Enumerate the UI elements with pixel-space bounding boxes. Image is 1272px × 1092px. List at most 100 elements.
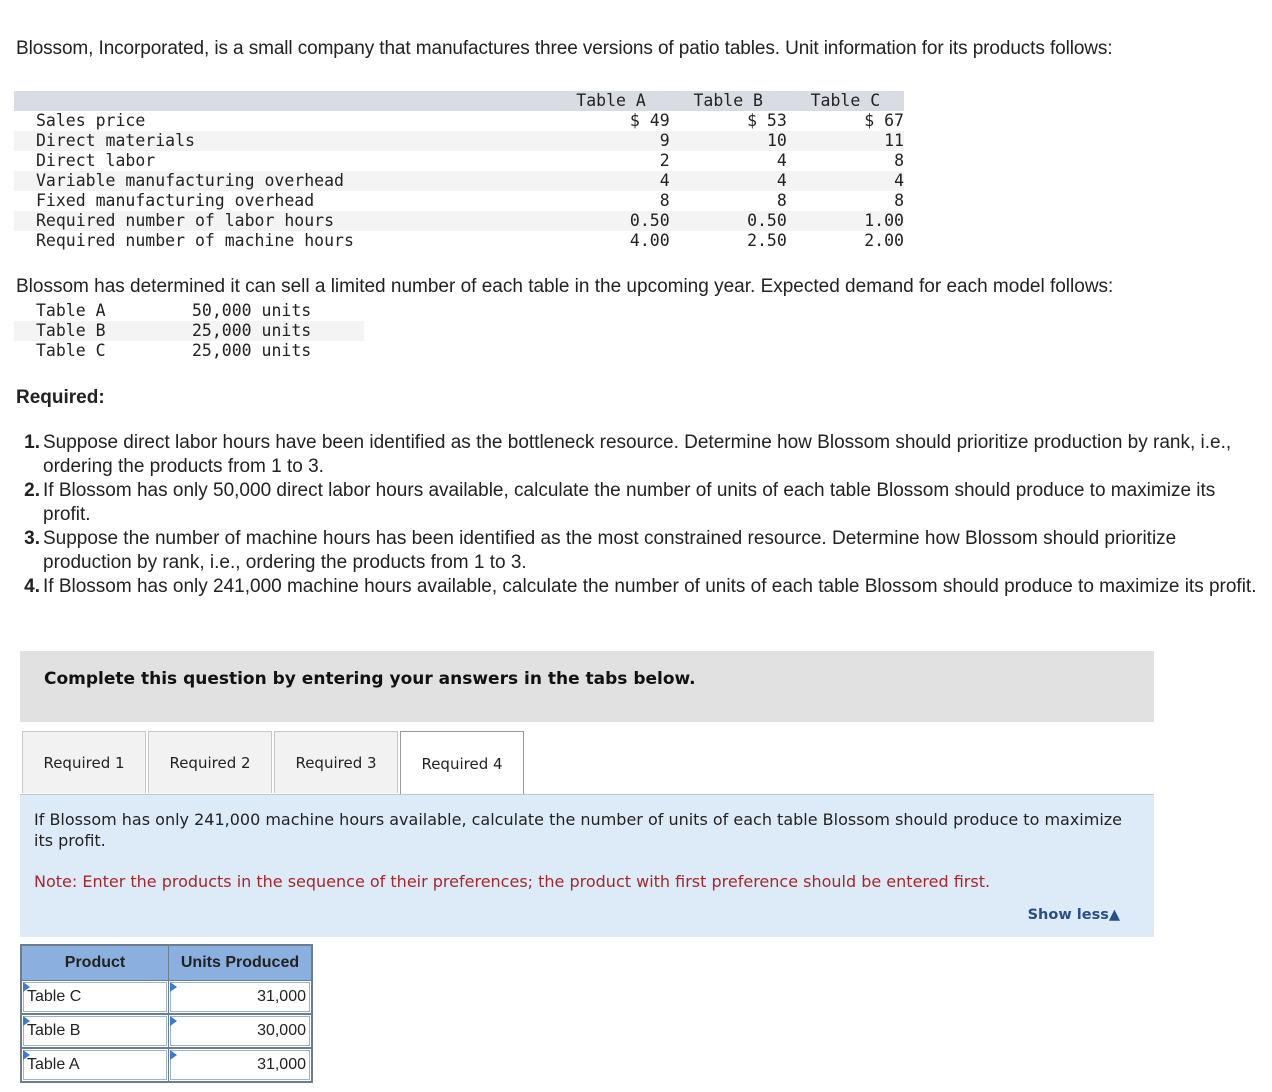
tab-bar: Required 1 Required 2 Required 3 Require…	[22, 731, 526, 795]
row-label: Sales price	[36, 111, 146, 130]
dropdown-marker-icon	[23, 1016, 30, 1026]
cell-value: 2	[659, 151, 670, 170]
row-label: Required number of machine hours	[36, 231, 354, 250]
cell-value: 4	[894, 171, 904, 190]
demand-value: 50,000 units	[192, 301, 312, 320]
product-value: Table C	[27, 988, 82, 1005]
required-item: 4. If Blossom has only 241,000 machine ho…	[18, 575, 1258, 599]
column-header: Table B	[693, 91, 763, 110]
item-text: If Blossom has only 241,000 machine hour…	[43, 576, 1257, 597]
show-less-link[interactable]: Show less▲	[1028, 907, 1120, 923]
cell-value: 10	[766, 131, 787, 150]
product-select[interactable]: Table A	[23, 1050, 167, 1080]
triangle-up-icon: ▲	[1108, 907, 1120, 923]
header-units-produced: Units Produced	[169, 946, 311, 981]
input-marker-icon	[170, 982, 177, 992]
cell-value: 4	[659, 171, 670, 190]
dropdown-marker-icon	[23, 982, 30, 992]
cell-value: $ 49	[629, 111, 670, 130]
product-value: Table B	[27, 1022, 81, 1039]
answer-table: Product Units Produced Table C 31,000 Ta…	[20, 944, 313, 1083]
header-blank	[14, 91, 553, 111]
demand-intro-text: Blossom has determined it can sell a lim…	[16, 276, 1114, 297]
item-text: If Blossom has only 50,000 direct labor …	[43, 480, 1216, 525]
answer-row: Table A 31,000	[22, 1049, 311, 1081]
item-text: Suppose direct labor hours have been ide…	[43, 432, 1232, 477]
table-row: Fixed manufacturing overhead 8 8 8	[14, 191, 904, 211]
units-value: 31,000	[257, 1056, 306, 1073]
demand-value: 25,000 units	[192, 321, 312, 340]
item-text: Suppose the number of machine hours has …	[43, 528, 1177, 573]
units-value: 31,000	[257, 988, 306, 1005]
input-marker-icon	[170, 1050, 177, 1060]
units-input[interactable]: 31,000	[170, 982, 310, 1012]
cell-value: 4.00	[629, 231, 670, 250]
demand-label: Table B	[36, 321, 106, 340]
answer-row: Table C 31,000	[22, 981, 311, 1015]
cell-value: 8	[894, 151, 904, 170]
cell-value: 0.50	[747, 211, 787, 230]
instructions-text: Complete this question by entering your …	[44, 669, 696, 689]
demand-row: Table A 50,000 units	[14, 301, 364, 321]
table-row: Required number of machine hours 4.00 2.…	[14, 231, 904, 251]
cell-value: 4	[776, 151, 787, 170]
demand-table: Table A 50,000 units Table B 25,000 unit…	[14, 301, 364, 361]
cell-value: 2.00	[864, 231, 904, 250]
answer-row: Table B 30,000	[22, 1015, 311, 1049]
cell-value: 11	[884, 131, 904, 150]
question-panel: If Blossom has only 241,000 machine hour…	[20, 794, 1154, 937]
cell-value: $ 53	[747, 111, 787, 130]
units-input[interactable]: 31,000	[170, 1050, 310, 1080]
header-product: Product	[22, 946, 169, 981]
row-label: Fixed manufacturing overhead	[36, 191, 315, 210]
unit-table-header: Table A Table B Table C	[14, 91, 904, 111]
item-number: 4.	[24, 576, 40, 597]
table-row: Direct materials 9 10 11	[14, 131, 904, 151]
cell-value: $ 67	[864, 111, 904, 130]
unit-info-table: Table A Table B Table C Sales price $ 49…	[14, 91, 904, 251]
tab-required-2[interactable]: Required 2	[148, 731, 272, 793]
dropdown-marker-icon	[23, 1050, 30, 1060]
intro-text: Blossom, Incorporated, is a small compan…	[16, 38, 1113, 59]
demand-label: Table A	[36, 301, 106, 320]
tab-required-3[interactable]: Required 3	[274, 731, 398, 793]
demand-value: 25,000 units	[192, 341, 312, 360]
required-item: 3. Suppose the number of machine hours ha…	[18, 527, 1258, 575]
row-label: Variable manufacturing overhead	[36, 171, 344, 190]
required-heading: Required:	[16, 387, 105, 408]
panel-note: Note: Enter the products in the sequence…	[34, 872, 991, 891]
units-value: 30,000	[257, 1022, 306, 1039]
column-header: Table A	[576, 91, 646, 110]
required-item: 1. Suppose direct labor hours have been i…	[18, 431, 1258, 479]
cell-value: 1.00	[864, 211, 904, 230]
cell-value: 9	[659, 131, 670, 150]
row-label: Direct materials	[36, 131, 195, 150]
units-input[interactable]: 30,000	[170, 1016, 310, 1046]
tab-required-4[interactable]: Required 4	[400, 731, 524, 795]
product-select[interactable]: Table C	[23, 982, 167, 1012]
cell-value: 2.50	[747, 231, 787, 250]
row-label: Direct labor	[36, 151, 156, 170]
cell-value: 4	[776, 171, 787, 190]
demand-row: Table B 25,000 units	[14, 321, 364, 341]
input-marker-icon	[170, 1016, 177, 1026]
table-row: Direct labor 2 4 8	[14, 151, 904, 171]
demand-label: Table C	[36, 341, 106, 360]
product-select[interactable]: Table B	[23, 1016, 167, 1046]
tab-required-1[interactable]: Required 1	[22, 731, 146, 793]
table-row: Variable manufacturing overhead 4 4 4	[14, 171, 904, 191]
item-number: 3.	[24, 528, 40, 549]
demand-row: Table C 25,000 units	[14, 341, 364, 361]
instructions-banner: Complete this question by entering your …	[20, 651, 1154, 722]
item-number: 2.	[24, 480, 40, 501]
column-header: Table C	[810, 91, 881, 110]
table-row: Required number of labor hours 0.50 0.50…	[14, 211, 904, 231]
table-row: Sales price $ 49 $ 53 $ 67	[14, 111, 904, 131]
panel-question: If Blossom has only 241,000 machine hour…	[34, 810, 1123, 850]
item-number: 1.	[24, 432, 40, 453]
cell-value: 8	[894, 191, 904, 210]
cell-value: 0.50	[629, 211, 670, 230]
required-item: 2. If Blossom has only 50,000 direct labo…	[18, 479, 1258, 527]
show-less-label: Show less	[1027, 907, 1109, 923]
required-list: 1. Suppose direct labor hours have been i…	[18, 431, 1258, 599]
